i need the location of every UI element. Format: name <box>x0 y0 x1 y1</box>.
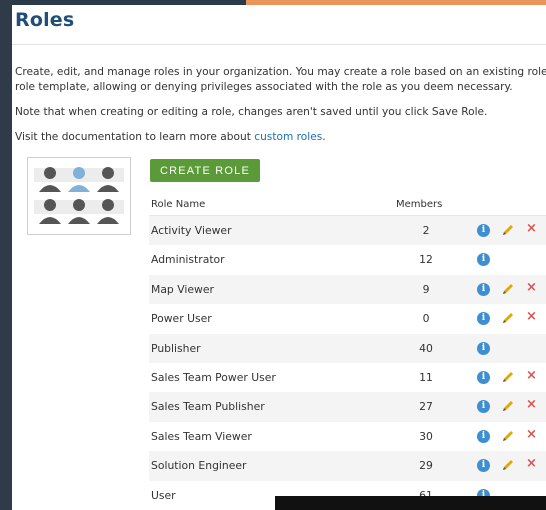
save-note: Note that when creating or editing a rol… <box>15 106 488 118</box>
role-name: Solution Engineer <box>151 459 247 473</box>
close-icon[interactable]: × <box>526 427 537 442</box>
table-row[interactable]: Administrator 12 i <box>149 245 546 274</box>
table-row[interactable]: Sales Team Power User 11 i × <box>149 363 546 392</box>
close-icon[interactable]: × <box>526 280 537 295</box>
custom-roles-link[interactable]: custom roles <box>254 131 322 143</box>
role-members-count: 9 <box>422 282 430 296</box>
table-body: Activity Viewer 2 i × Administrator 12 i Map Vi… <box>149 216 546 510</box>
create-role-button[interactable]: CREATE ROLE <box>150 159 260 182</box>
pencil-icon[interactable] <box>501 399 515 413</box>
roles-page: Roles Create, edit, and manage roles in … <box>12 5 546 510</box>
pencil-icon[interactable] <box>501 223 515 237</box>
role-members-count: 2 <box>422 224 430 237</box>
role-members-count: 12 <box>419 253 433 267</box>
close-icon[interactable]: × <box>526 397 537 412</box>
role-name: Sales Team Publisher <box>151 400 265 414</box>
table-row[interactable]: Power User 0 i × <box>149 304 546 333</box>
role-name: Activity Viewer <box>151 224 232 237</box>
info-icon[interactable]: i <box>477 312 490 326</box>
role-members-count: 40 <box>419 341 433 355</box>
role-members-count: 0 <box>422 312 430 326</box>
role-name: Map Viewer <box>151 282 214 296</box>
role-members-count: 29 <box>419 459 433 473</box>
pencil-icon[interactable] <box>501 311 515 325</box>
table-row[interactable]: Solution Engineer 29 i × <box>149 451 546 481</box>
column-members: Members <box>396 199 443 210</box>
info-icon[interactable]: i <box>477 224 490 237</box>
role-name: Sales Team Power User <box>151 370 276 384</box>
close-icon[interactable]: × <box>526 221 537 236</box>
role-name: User <box>151 488 176 502</box>
role-members-count: 11 <box>419 370 433 384</box>
info-icon[interactable]: i <box>477 370 490 384</box>
close-icon[interactable]: × <box>526 309 537 324</box>
info-icon[interactable]: i <box>477 282 490 296</box>
role-name: Publisher <box>151 341 201 355</box>
page-title: Roles <box>15 9 75 31</box>
overlay-bar <box>275 496 546 510</box>
info-icon[interactable]: i <box>477 341 490 355</box>
pencil-icon[interactable] <box>501 458 515 472</box>
table-row[interactable]: Sales Team Publisher 27 i × <box>149 392 546 422</box>
people-group-icon <box>34 167 124 224</box>
documentation-period: . <box>322 131 326 143</box>
roles-illustration <box>27 157 131 235</box>
table-row[interactable]: Publisher 40 i <box>149 333 546 363</box>
roles-table: Role Name Members Activity Viewer 2 i × Admi… <box>149 195 546 510</box>
documentation-text: Visit the documentation to learn more ab… <box>15 131 251 143</box>
role-name: Sales Team Viewer <box>151 429 252 443</box>
title-divider <box>12 44 546 45</box>
pencil-icon[interactable] <box>501 282 515 296</box>
info-icon[interactable]: i <box>477 400 490 414</box>
table-row[interactable]: Map Viewer 9 i × <box>149 274 546 305</box>
role-members-count: 30 <box>419 429 433 443</box>
role-name: Administrator <box>151 253 225 267</box>
left-nav-strip <box>0 0 12 510</box>
role-members-count: 27 <box>419 400 433 414</box>
close-icon[interactable]: × <box>526 368 537 383</box>
role-name: Power User <box>151 312 212 326</box>
table-row[interactable]: Activity Viewer 2 i × <box>149 216 546 246</box>
info-icon[interactable]: i <box>477 459 490 473</box>
info-icon[interactable]: i <box>477 253 490 267</box>
table-row[interactable]: Sales Team Viewer 30 i × <box>149 422 546 451</box>
pencil-icon[interactable] <box>501 370 515 384</box>
info-icon[interactable]: i <box>477 429 490 443</box>
documentation-note: Visit the documentation to learn more ab… <box>15 129 326 146</box>
close-icon[interactable]: × <box>526 456 537 471</box>
table-header: Role Name Members <box>149 195 546 216</box>
intro-line-2: role template, allowing or denying privi… <box>15 81 513 93</box>
column-role-name: Role Name <box>151 199 206 210</box>
pencil-icon[interactable] <box>501 429 515 443</box>
